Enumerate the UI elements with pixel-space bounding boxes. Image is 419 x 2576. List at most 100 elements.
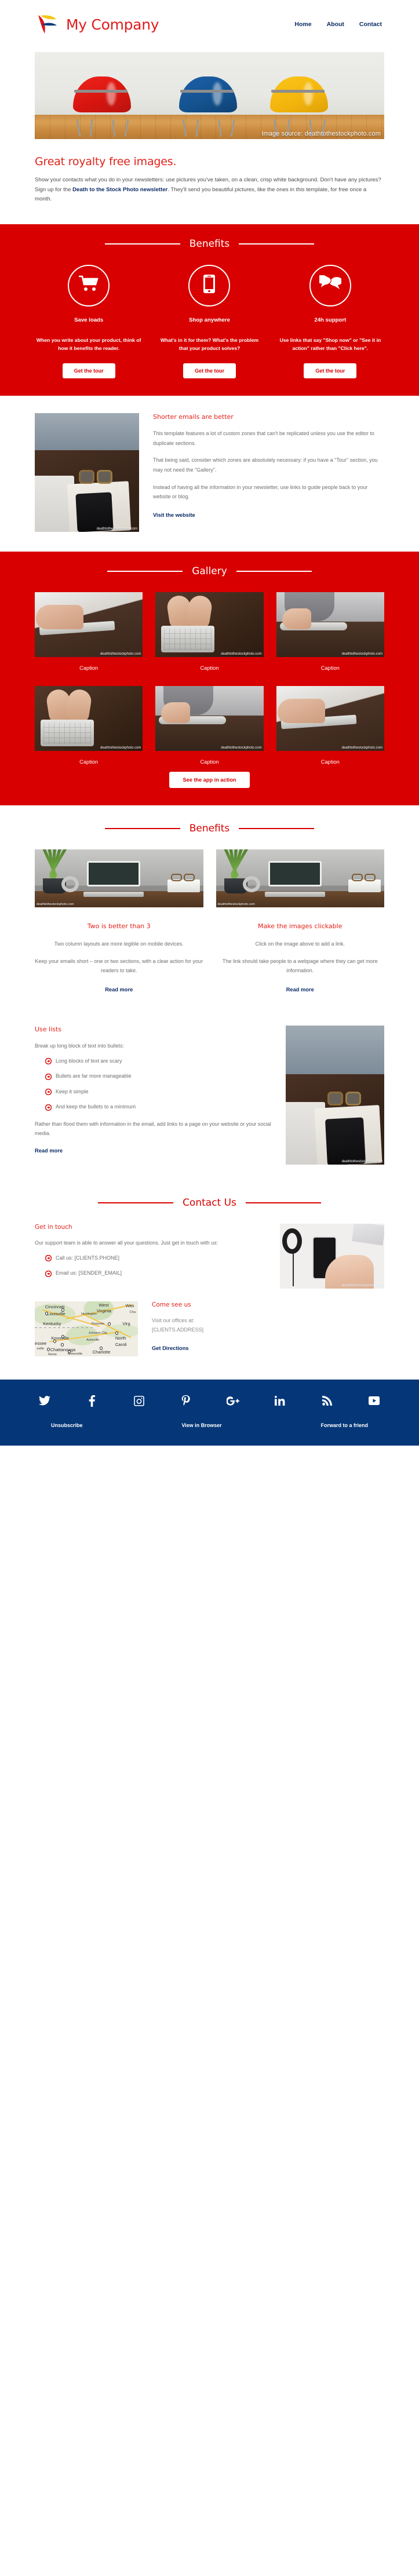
gallery-image[interactable]: deathtothestockphoto.com <box>276 686 384 751</box>
benefit2-p2: The link should take people to a webpage… <box>222 958 378 974</box>
pinterest-icon[interactable] <box>180 1395 192 1407</box>
map-label: Johnson City <box>88 1331 107 1335</box>
benefit-caption: Save loads <box>74 316 104 323</box>
read-more-link[interactable]: Read more <box>35 1148 63 1154</box>
office-address-line2: [CLIENTS.ADDRESS] <box>152 1326 204 1333</box>
map-label: sville <box>37 1347 44 1351</box>
benefit-caption: 24h support <box>314 316 347 323</box>
twitter-icon[interactable] <box>38 1395 51 1407</box>
come-see-us-heading: Come see us <box>152 1301 191 1308</box>
brand[interactable]: My Company <box>35 13 159 36</box>
read-more-link[interactable]: Read more <box>286 987 314 993</box>
google-plus-icon[interactable] <box>227 1395 239 1407</box>
use-lists-closing: Rather than flood them with information … <box>35 1121 271 1136</box>
phone-photo[interactable]: deathtothestockphoto.com <box>280 1223 384 1289</box>
benefit-caption: Shop anywhere <box>189 316 230 323</box>
benefits-columns: Save loads When you write about your pro… <box>35 264 384 379</box>
see-app-in-action-button[interactable]: See the app in action <box>169 772 250 789</box>
benefit2-column-two-is-better: deathtothestockphoto.com Two is better t… <box>35 849 203 994</box>
office-address-line1: Visit our offices at: <box>152 1317 195 1323</box>
shorter-emails-p3: Instead of having all the information in… <box>153 484 368 500</box>
map-label: essee <box>35 1341 47 1347</box>
gallery-caption: Caption <box>320 665 340 672</box>
benefits-secondary-section: Benefits deathtothestockphoto.com Two is… <box>0 805 419 1009</box>
visit-website-link[interactable]: Visit the website <box>153 512 195 518</box>
intro-section: Great royalty free images. Show your con… <box>0 139 419 224</box>
map-label: Charlotte <box>92 1349 111 1355</box>
social-links <box>35 1395 384 1422</box>
list-item-label: Long blocks of text are scary <box>56 1057 122 1064</box>
list-item-label: And keep the bullets to a minimum <box>56 1104 136 1110</box>
mobile-phone-icon <box>203 274 216 297</box>
nav-item-contact[interactable]: Contact <box>359 21 382 28</box>
read-more-link[interactable]: Read more <box>105 987 133 993</box>
unsubscribe-link[interactable]: Unsubscribe <box>51 1422 83 1428</box>
map-label: Asheville <box>86 1338 100 1342</box>
email-template: My Company Home About Contact Image sour… <box>0 0 419 1446</box>
map-label: Cincinnati <box>45 1304 65 1310</box>
gallery-image[interactable]: deathtothestockphoto.com <box>276 592 384 658</box>
shorter-emails-p2: That being said, consider which zones ar… <box>153 457 378 473</box>
desk-photo[interactable]: deathtothestockphoto.com <box>286 1025 384 1165</box>
benefit2-p2: Keep your emails short – one or two sect… <box>35 958 203 974</box>
benefits2-title: Benefits <box>189 823 230 835</box>
get-directions-link[interactable]: Get Directions <box>152 1345 189 1351</box>
intro-body: Show your contacts what you do in your n… <box>35 176 384 205</box>
use-lists-lead: Break up long block of text into bullets… <box>35 1042 125 1049</box>
nav-item-home[interactable]: Home <box>294 21 311 28</box>
gallery-image[interactable]: deathtothestockphoto.com <box>155 592 264 658</box>
benefit-cta-button[interactable]: Get the tour <box>62 363 115 379</box>
youtube-icon[interactable] <box>368 1395 381 1407</box>
desk-photo[interactable]: deathtothestockphoto.com <box>35 413 139 532</box>
heading-rule-left <box>107 571 183 572</box>
forward-to-friend-link[interactable]: Forward to a friend <box>320 1422 368 1428</box>
laptop-photo[interactable]: deathtothestockphoto.com <box>35 849 203 908</box>
brand-name: My Company <box>66 16 159 33</box>
linkedin-icon[interactable] <box>274 1395 286 1407</box>
map-label: Louisville <box>47 1311 65 1316</box>
gallery-title: Gallery <box>192 565 227 578</box>
contact-email-label: Email us: [SENDER_EMAIL] <box>56 1270 122 1276</box>
benefit-cta-button[interactable]: Get the tour <box>304 363 357 379</box>
nav-item-about[interactable]: About <box>327 21 344 28</box>
contact-phone-label: Call us: [CLIENTS.PHONE] <box>56 1254 120 1261</box>
list-item: Call us: [CLIENTS.PHONE] <box>45 1254 266 1263</box>
benefit-column-save-loads: Save loads When you write about your pro… <box>35 264 143 379</box>
benefit-cta-button[interactable]: Get the tour <box>183 363 236 379</box>
intro-body-link[interactable]: Death to the Stock Photo newsletter <box>72 187 167 193</box>
gallery-row-2: deathtothestockphoto.com Caption deathto… <box>35 686 384 765</box>
image-credit: deathtothestockphoto.com <box>221 652 262 656</box>
list-item: Keep it simple <box>45 1088 272 1096</box>
gallery-image[interactable]: deathtothestockphoto.com <box>35 686 143 751</box>
gallery-heading: Gallery <box>35 565 384 577</box>
location-map[interactable]: Cincinnati West Was Virginia Louisville … <box>35 1301 138 1356</box>
hero-image[interactable]: Image source: deathtothestockphoto.com <box>35 52 384 139</box>
instagram-icon[interactable] <box>133 1395 145 1407</box>
image-credit: deathtothestockphoto.com <box>341 746 382 750</box>
gallery-row-1: deathtothestockphoto.com Caption deathto… <box>35 592 384 671</box>
benefit-icon-circle <box>68 264 110 307</box>
gallery-image[interactable]: deathtothestockphoto.com <box>155 686 264 751</box>
list-item: Bullets are far more manageable <box>45 1072 272 1081</box>
rss-icon[interactable] <box>321 1395 334 1407</box>
gallery-cta-row: See the app in action <box>35 772 384 789</box>
view-in-browser-link[interactable]: View in Browser <box>181 1422 221 1428</box>
list-item-label: Keep it simple <box>56 1088 89 1094</box>
benefits2-columns: deathtothestockphoto.com Two is better t… <box>35 849 384 994</box>
benefit2-p1: Click on the image above to add a link. <box>255 941 345 947</box>
map-label: Kentucky <box>43 1320 61 1326</box>
benefit2-heading: Two is better than 3 <box>87 922 151 931</box>
laptop-photo[interactable]: deathtothestockphoto.com <box>216 849 384 908</box>
arrow-circle-icon <box>45 1073 52 1080</box>
map-label: Roanoke <box>91 1322 105 1326</box>
heading-rule-left <box>104 828 180 830</box>
map-label: Greenville <box>67 1352 83 1356</box>
facebook-icon[interactable] <box>85 1395 98 1407</box>
benefit-column-shop-anywhere: Shop anywhere What's in it for them? Wha… <box>155 264 263 379</box>
benefit-body: What's in it for them? What's the proble… <box>160 337 259 352</box>
get-in-touch-text: Get in touch Our support team is able to… <box>35 1224 266 1289</box>
image-credit: deathtothestockphoto.com <box>100 652 141 656</box>
gallery-image[interactable]: deathtothestockphoto.com <box>35 592 143 658</box>
image-credit: deathtothestockphoto.com <box>221 746 262 750</box>
gallery-item: deathtothestockphoto.com Caption <box>155 592 264 671</box>
